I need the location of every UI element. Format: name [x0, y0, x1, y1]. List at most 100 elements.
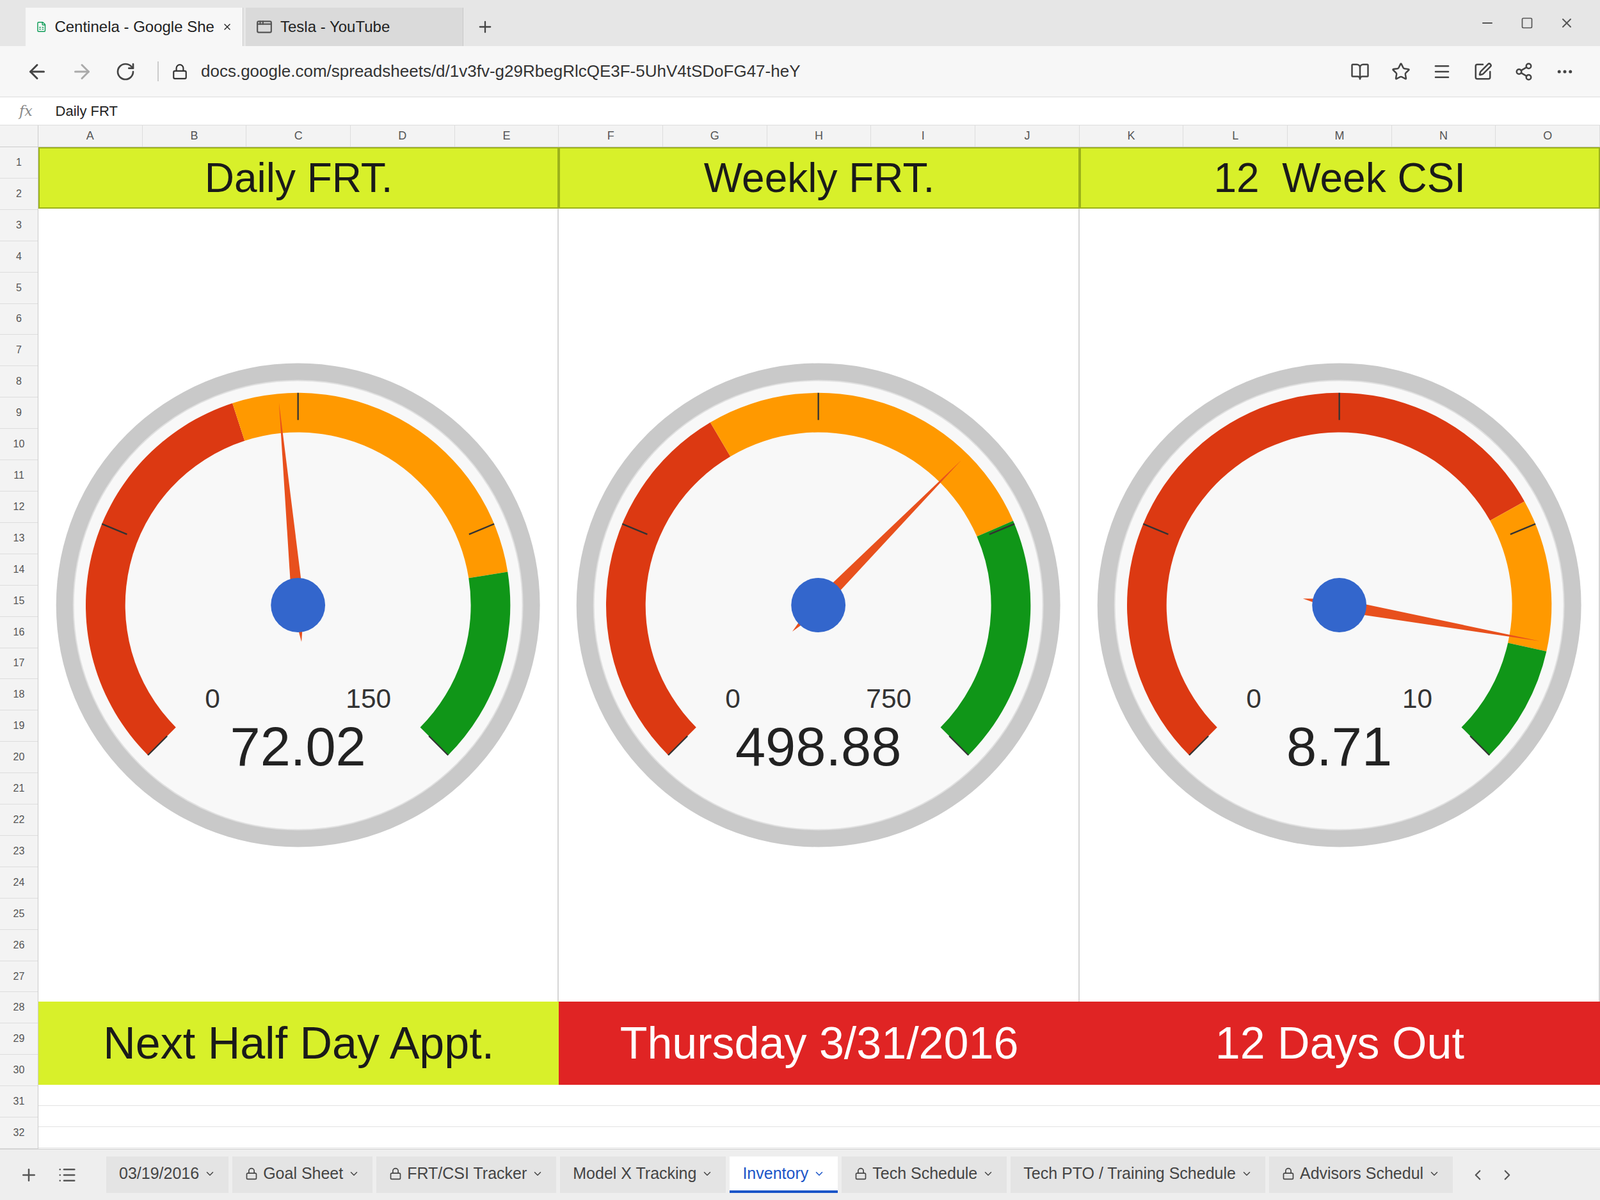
row-label[interactable]: 28 — [0, 992, 38, 1024]
sheet-tab[interactable]: Tech PTO / Training Schedule — [1010, 1156, 1266, 1193]
minimize-icon[interactable] — [1479, 15, 1496, 31]
row-label[interactable]: 16 — [0, 616, 38, 649]
row-label[interactable]: 7 — [0, 334, 38, 367]
dropdown-icon[interactable] — [701, 1168, 713, 1180]
share-icon[interactable] — [1514, 62, 1534, 82]
add-sheet-icon[interactable] — [19, 1165, 39, 1185]
sheet-tab[interactable]: Goal Sheet — [232, 1156, 373, 1193]
dropdown-icon[interactable] — [348, 1168, 360, 1180]
row-label[interactable]: 32 — [0, 1117, 38, 1149]
favorite-icon[interactable] — [1391, 62, 1411, 82]
dropdown-icon[interactable] — [1428, 1168, 1440, 1180]
sheet-tab[interactable]: 03/19/2016 — [106, 1156, 229, 1193]
reading-view-icon[interactable] — [1350, 62, 1370, 82]
browser-tab[interactable]: Tesla - YouTube — [245, 7, 464, 47]
sheet-tab[interactable]: Tech Schedule — [841, 1156, 1007, 1193]
row-label[interactable]: 12 — [0, 491, 38, 523]
row-label[interactable]: 20 — [0, 741, 38, 774]
close-icon[interactable] — [222, 19, 233, 35]
row-label[interactable]: 1 — [0, 147, 38, 179]
row-label[interactable]: 17 — [0, 648, 38, 680]
column-label[interactable]: F — [558, 125, 664, 147]
row-label[interactable]: 8 — [0, 366, 38, 398]
gauge-band — [1127, 392, 1525, 756]
row-label[interactable]: 30 — [0, 1054, 38, 1087]
banner-cell[interactable]: 12 Days Out — [1079, 1001, 1600, 1085]
page-icon — [256, 18, 273, 36]
note-icon[interactable] — [1473, 62, 1493, 82]
scroll-left-icon[interactable] — [1469, 1166, 1487, 1184]
row-label[interactable]: 21 — [0, 773, 38, 805]
dropdown-icon[interactable] — [1240, 1168, 1253, 1180]
sheet-tab[interactable]: Model X Tracking — [560, 1156, 726, 1193]
row-label[interactable]: 29 — [0, 1023, 38, 1055]
column-label[interactable]: D — [350, 125, 456, 147]
column-label[interactable]: J — [975, 125, 1080, 147]
sheet-tab[interactable]: Inventory — [729, 1156, 838, 1193]
column-label[interactable]: L — [1183, 125, 1288, 147]
dropdown-icon[interactable] — [204, 1168, 216, 1180]
row-label[interactable]: 9 — [0, 397, 38, 429]
row-label[interactable]: 15 — [0, 585, 38, 617]
row-label[interactable]: 26 — [0, 929, 38, 962]
row-label[interactable]: 23 — [0, 835, 38, 868]
banner-cell[interactable]: Next Half Day Appt. — [38, 1001, 559, 1085]
column-label[interactable]: B — [142, 125, 248, 147]
row-label[interactable]: 24 — [0, 867, 38, 899]
column-label[interactable]: I — [871, 125, 976, 147]
dashboard: Daily FRT.Weekly FRT.12 Week CSI 015072.0… — [38, 147, 1600, 1149]
row-label[interactable]: 27 — [0, 961, 38, 993]
row-label[interactable]: 25 — [0, 898, 38, 930]
back-icon[interactable] — [25, 60, 49, 84]
row-label[interactable]: 19 — [0, 710, 38, 742]
row-label[interactable]: 31 — [0, 1086, 38, 1118]
column-label[interactable]: G — [663, 125, 768, 147]
gauge-tick — [1189, 736, 1209, 756]
close-window-icon[interactable] — [1559, 15, 1575, 31]
scroll-right-icon[interactable] — [1498, 1166, 1516, 1184]
address-bar: docs.google.com/spreadsheets/d/1v3fv-g29… — [0, 46, 1600, 98]
sheet-tab[interactable]: FRT/CSI Tracker — [376, 1156, 557, 1193]
corner-cell[interactable] — [0, 125, 39, 147]
refresh-icon[interactable] — [115, 61, 136, 82]
row-label[interactable]: 22 — [0, 804, 38, 836]
maximize-icon[interactable] — [1520, 16, 1534, 30]
url-field[interactable]: docs.google.com/spreadsheets/d/1v3fv-g29… — [157, 61, 1329, 82]
gauge-panel: 015072.02 — [38, 208, 559, 1002]
column-label[interactable]: K — [1079, 125, 1184, 147]
gauge-tick — [469, 524, 495, 535]
dropdown-icon[interactable] — [531, 1168, 544, 1180]
column-label[interactable]: C — [246, 125, 351, 147]
hub-icon[interactable] — [1432, 62, 1452, 82]
row-label[interactable]: 10 — [0, 428, 38, 461]
row-label[interactable]: 18 — [0, 679, 38, 711]
more-icon[interactable] — [1555, 62, 1575, 82]
row-label[interactable]: 3 — [0, 209, 38, 242]
sheet-tab[interactable]: Advisors Schedul — [1269, 1156, 1453, 1193]
all-sheets-icon[interactable] — [57, 1165, 77, 1185]
new-tab-button[interactable] — [465, 7, 505, 47]
row-label[interactable]: 11 — [0, 460, 38, 492]
row-label[interactable]: 6 — [0, 304, 38, 336]
lock-icon — [245, 1167, 258, 1181]
formula-bar[interactable]: fxDaily FRT — [0, 97, 1600, 126]
column-label[interactable]: M — [1287, 125, 1392, 147]
column-label[interactable]: H — [767, 125, 872, 147]
row-label[interactable]: 2 — [0, 178, 38, 210]
row-label[interactable]: 5 — [0, 272, 38, 304]
row-label[interactable]: 4 — [0, 241, 38, 273]
row-label[interactable]: 13 — [0, 522, 38, 555]
forward-icon[interactable] — [70, 60, 94, 84]
column-label[interactable]: E — [455, 125, 560, 147]
column-label[interactable]: A — [38, 125, 143, 147]
gauge-title[interactable]: Daily FRT. — [38, 147, 559, 209]
row-label[interactable]: 14 — [0, 554, 38, 586]
dropdown-icon[interactable] — [813, 1168, 825, 1180]
dropdown-icon[interactable] — [982, 1168, 994, 1180]
browser-tab[interactable]: Centinela - Google She — [25, 7, 244, 47]
column-label[interactable]: N — [1392, 125, 1497, 147]
gauge-title[interactable]: Weekly FRT. — [558, 147, 1080, 209]
gauge-title[interactable]: 12 Week CSI — [1079, 147, 1600, 209]
column-label[interactable]: O — [1495, 125, 1600, 147]
banner-cell[interactable]: Thursday 3/31/2016 — [558, 1001, 1080, 1085]
